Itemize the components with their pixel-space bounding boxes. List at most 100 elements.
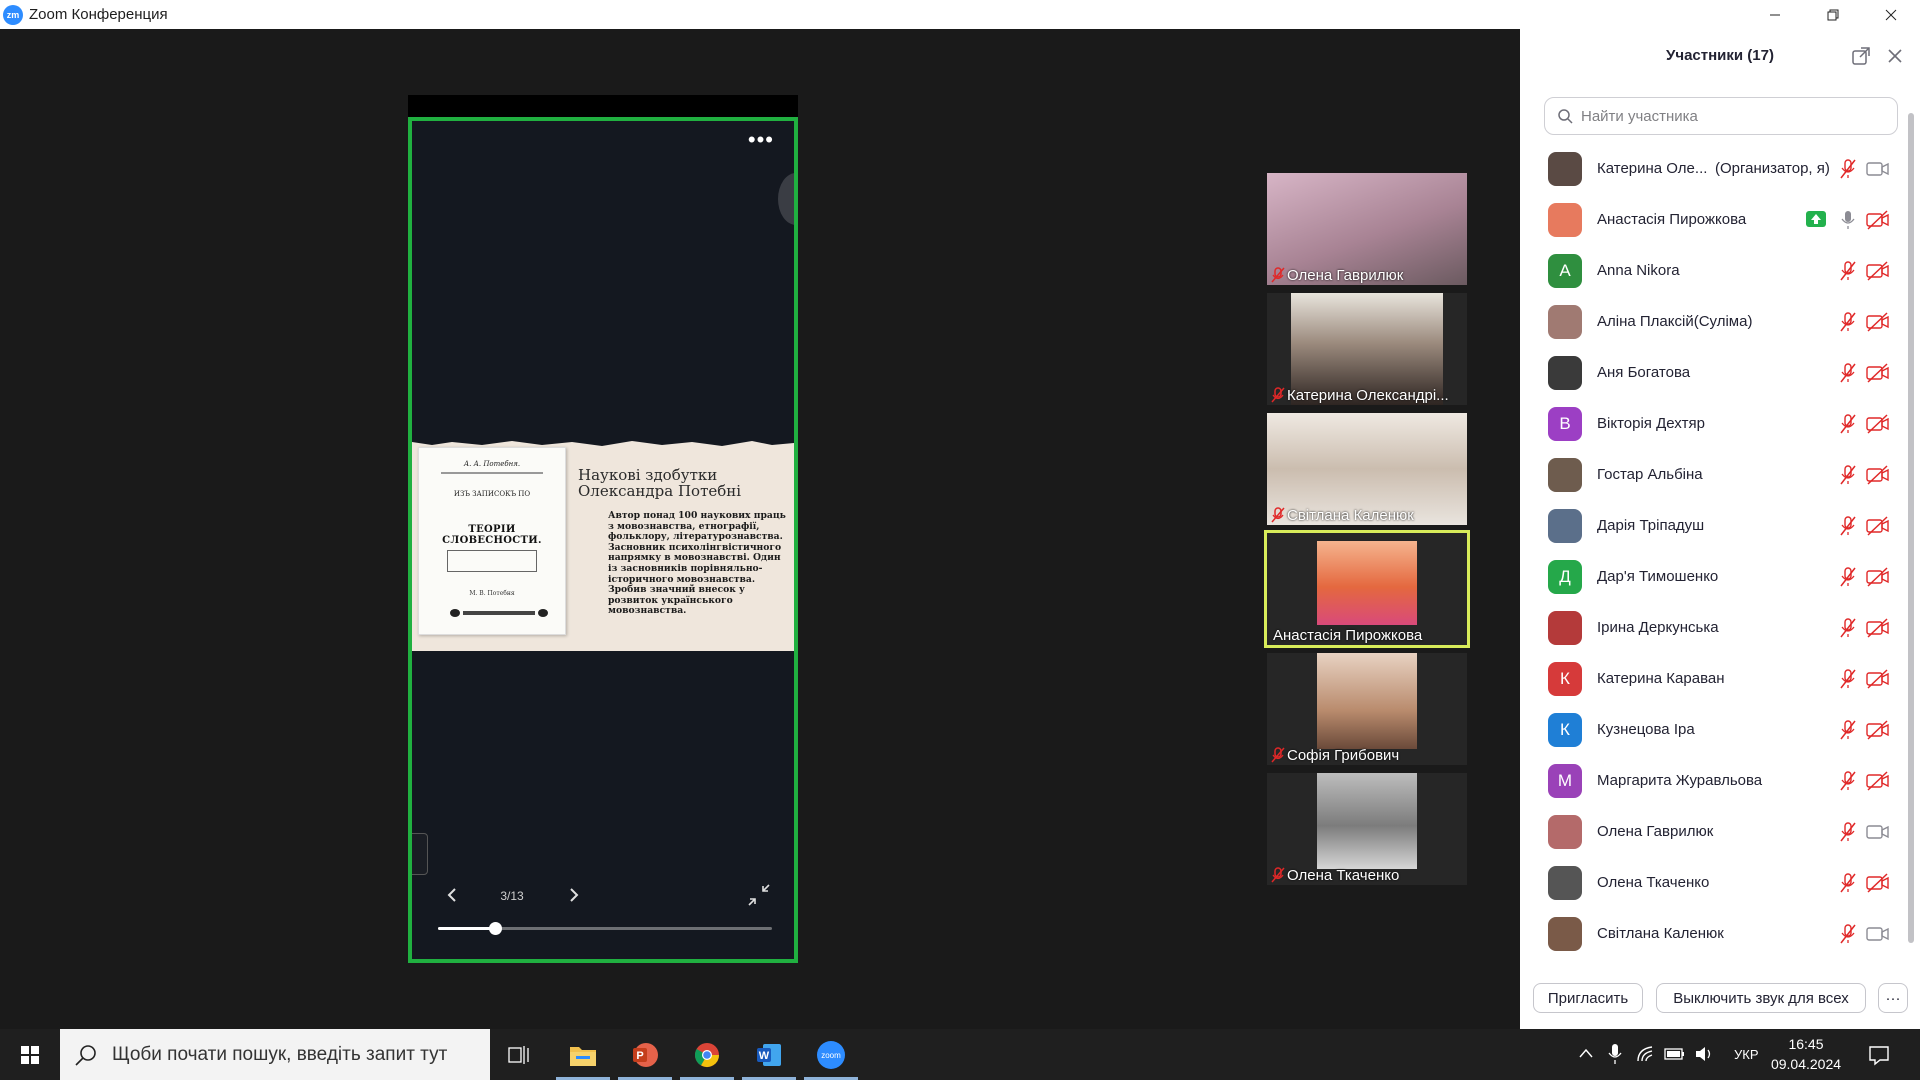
- mic-muted-icon[interactable]: [1838, 668, 1858, 690]
- close-window-button[interactable]: [1862, 0, 1920, 29]
- task-view-button[interactable]: [492, 1029, 546, 1080]
- shared-screen-top-bar: [408, 95, 798, 117]
- participant-row[interactable]: Аліна Плаксій(Суліма): [1520, 296, 1910, 347]
- participant-row[interactable]: Д Дар'я Тимошенко: [1520, 551, 1910, 602]
- video-tile[interactable]: Катерина Олександрі...: [1267, 293, 1467, 405]
- participant-row[interactable]: Олена Ткаченко: [1520, 857, 1910, 908]
- taskbar-clock[interactable]: 16:45 09.04.2024: [1766, 1034, 1846, 1074]
- mic-muted-icon[interactable]: [1838, 311, 1858, 333]
- video-tile[interactable]: Світлана Каленюк: [1267, 413, 1467, 525]
- mic-muted-icon[interactable]: [1838, 362, 1858, 384]
- participant-row[interactable]: Світлана Каленюк: [1520, 908, 1910, 959]
- taskbar-search-box[interactable]: Щоби почати пошук, введіть запит тут: [60, 1029, 490, 1080]
- participant-row[interactable]: B Вікторія Дехтяр: [1520, 398, 1910, 449]
- mic-icon[interactable]: [1838, 209, 1858, 231]
- collapse-fullscreen-icon[interactable]: [747, 883, 771, 907]
- participant-row[interactable]: Олена Гаврилюк: [1520, 806, 1910, 857]
- camera-off-icon[interactable]: [1866, 617, 1890, 639]
- participant-row[interactable]: К Катерина Караван: [1520, 653, 1910, 704]
- show-hidden-icons-chevron-icon[interactable]: [1578, 1047, 1594, 1059]
- camera-off-icon[interactable]: [1866, 260, 1890, 282]
- camera-off-icon[interactable]: [1866, 311, 1890, 333]
- task-view-icon: [508, 1045, 529, 1064]
- camera-icon[interactable]: [1866, 158, 1890, 180]
- camera-off-icon[interactable]: [1866, 770, 1890, 792]
- participant-name: Маргарита Журавльова: [1597, 772, 1763, 789]
- participant-avatar-image: [1317, 773, 1417, 869]
- close-panel-icon[interactable]: [1888, 49, 1902, 63]
- battery-icon[interactable]: [1664, 1047, 1686, 1061]
- mic-muted-icon[interactable]: [1838, 158, 1858, 180]
- camera-icon[interactable]: [1866, 923, 1890, 945]
- more-options-icon[interactable]: •••: [748, 129, 774, 151]
- mic-muted-icon[interactable]: [1838, 770, 1858, 792]
- chrome-button[interactable]: [680, 1029, 734, 1080]
- participant-avatar-image: [1317, 653, 1417, 749]
- participant-search-box[interactable]: [1544, 97, 1898, 135]
- powerpoint-button[interactable]: P: [618, 1029, 672, 1080]
- camera-off-icon[interactable]: [1866, 566, 1890, 588]
- mic-muted-icon[interactable]: [1838, 821, 1858, 843]
- mic-muted-icon[interactable]: [1838, 872, 1858, 894]
- participant-row[interactable]: A Anna Nikora: [1520, 245, 1910, 296]
- camera-off-icon[interactable]: [1866, 413, 1890, 435]
- minimize-button[interactable]: [1746, 0, 1804, 29]
- participant-name: Дарія Тріпадуш: [1597, 517, 1705, 534]
- mic-muted-icon[interactable]: [1838, 923, 1858, 945]
- mic-muted-icon[interactable]: [1838, 515, 1858, 537]
- previous-slide-button[interactable]: [442, 885, 462, 905]
- participant-search-input[interactable]: [1581, 107, 1881, 125]
- camera-off-icon[interactable]: [1866, 464, 1890, 486]
- mic-muted-icon[interactable]: [1838, 464, 1858, 486]
- participant-row[interactable]: Анастасія Пирожкова: [1520, 194, 1910, 245]
- restore-button[interactable]: [1804, 0, 1862, 29]
- tile-participant-name: Олена Гаврилюк: [1287, 266, 1404, 284]
- mute-all-button[interactable]: Выключить звук для всех: [1656, 983, 1866, 1013]
- slide-progress-knob[interactable]: [488, 922, 502, 935]
- more-options-button[interactable]: ···: [1878, 983, 1908, 1013]
- participants-list: Катерина Оле... (Организатор, я) Анастасія…: [1520, 143, 1910, 959]
- file-explorer-button[interactable]: [556, 1029, 610, 1080]
- participant-row[interactable]: Ірина Деркунська: [1520, 602, 1910, 653]
- zoom-button[interactable]: zoom: [804, 1029, 858, 1080]
- participant-row[interactable]: Катерина Оле... (Организатор, я): [1520, 143, 1910, 194]
- mic-muted-icon[interactable]: [1838, 566, 1858, 588]
- video-tile[interactable]: Олена Ткаченко: [1267, 773, 1467, 885]
- invite-button[interactable]: Пригласить: [1533, 983, 1643, 1013]
- notifications-icon[interactable]: [1868, 1044, 1890, 1066]
- mic-muted-icon[interactable]: [1838, 260, 1858, 282]
- participant-row[interactable]: К Кузнецова Іра: [1520, 704, 1910, 755]
- camera-off-icon[interactable]: [1866, 209, 1890, 231]
- slide-progress-slider[interactable]: [438, 922, 772, 935]
- participants-scrollbar[interactable]: [1908, 113, 1914, 943]
- camera-icon[interactable]: [1866, 821, 1890, 843]
- volume-icon[interactable]: [1694, 1045, 1714, 1063]
- participant-row[interactable]: Гостар Альбіна: [1520, 449, 1910, 500]
- participant-row[interactable]: М Маргарита Журавльова: [1520, 755, 1910, 806]
- mic-muted-icon[interactable]: [1838, 719, 1858, 741]
- participant-row[interactable]: Аня Богатова: [1520, 347, 1910, 398]
- video-tile[interactable]: Софія Грибович: [1267, 653, 1467, 765]
- wifi-icon[interactable]: [1636, 1045, 1656, 1063]
- book-subtitle-box: [447, 550, 537, 572]
- mic-muted-icon[interactable]: [1838, 617, 1858, 639]
- word-button[interactable]: W: [742, 1029, 796, 1080]
- camera-off-icon[interactable]: [1866, 719, 1890, 741]
- camera-off-icon[interactable]: [1866, 515, 1890, 537]
- video-tile-active-speaker[interactable]: Анастасія Пирожкова: [1264, 530, 1470, 648]
- popout-icon[interactable]: [1852, 47, 1870, 65]
- video-tile[interactable]: Олена Гаврилюк: [1267, 173, 1467, 285]
- window-title-bar: zm Zoom Конференция: [0, 0, 1920, 29]
- camera-off-icon[interactable]: [1866, 362, 1890, 384]
- shared-screen-side-tab[interactable]: [412, 833, 428, 875]
- camera-off-icon[interactable]: [1866, 872, 1890, 894]
- participant-name: Аня Богатова: [1597, 364, 1691, 381]
- next-slide-button[interactable]: [564, 885, 584, 905]
- microphone-tray-icon[interactable]: [1608, 1043, 1622, 1065]
- shared-screen[interactable]: ••• А. А. Потебня. ИЗЪ ЗАПИСОКЪ ПО ТЕОРІ…: [408, 117, 798, 963]
- camera-off-icon[interactable]: [1866, 668, 1890, 690]
- windows-start-icon[interactable]: [8, 1039, 52, 1071]
- participant-row[interactable]: Дарія Тріпадуш: [1520, 500, 1910, 551]
- mic-muted-icon[interactable]: [1838, 413, 1858, 435]
- language-indicator[interactable]: УКР: [1734, 1029, 1759, 1080]
